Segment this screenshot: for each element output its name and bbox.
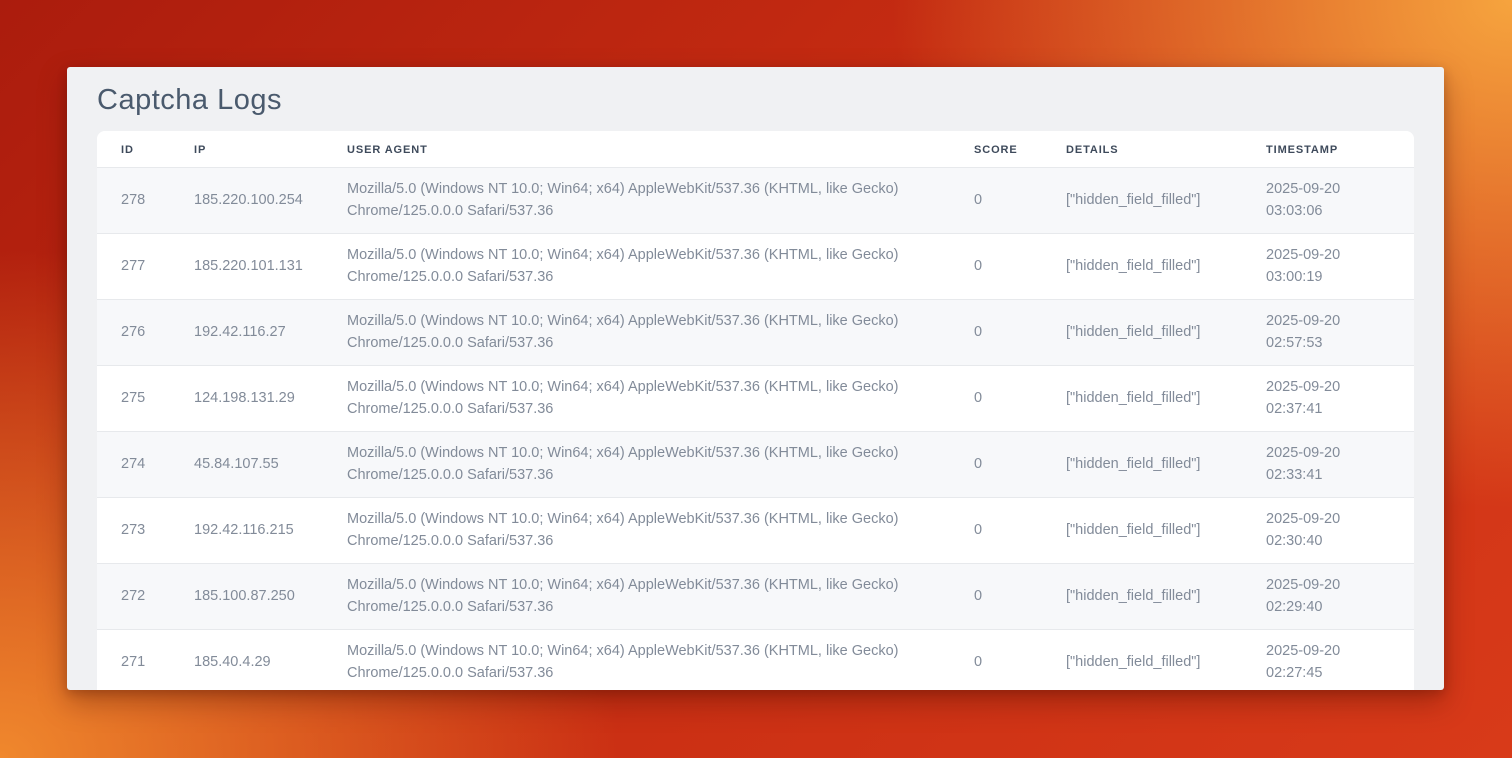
cell-score: 0	[950, 630, 1042, 691]
cell-id: 276	[97, 300, 170, 366]
column-header-score: SCORE	[950, 131, 1042, 168]
cell-id: 272	[97, 564, 170, 630]
cell-score: 0	[950, 168, 1042, 234]
logs-table-container: IDIPUSER AGENTSCOREDETAILSTIMESTAMP 2781…	[97, 131, 1414, 690]
cell-ip: 185.40.4.29	[170, 630, 323, 691]
table-row: 277185.220.101.131Mozilla/5.0 (Windows N…	[97, 234, 1414, 300]
column-header-timestamp: TIMESTAMP	[1242, 131, 1414, 168]
captcha-logs-panel: Captcha Logs IDIPUSER AGENTSCOREDETAILST…	[67, 67, 1444, 690]
cell-details: ["hidden_field_filled"]	[1042, 168, 1242, 234]
table-row: 278185.220.100.254Mozilla/5.0 (Windows N…	[97, 168, 1414, 234]
table-head: IDIPUSER AGENTSCOREDETAILSTIMESTAMP	[97, 131, 1414, 168]
cell-user_agent: Mozilla/5.0 (Windows NT 10.0; Win64; x64…	[323, 432, 950, 498]
cell-timestamp: 2025-09-20 03:03:06	[1242, 168, 1414, 234]
cell-details: ["hidden_field_filled"]	[1042, 234, 1242, 300]
cell-id: 273	[97, 498, 170, 564]
page-background: { "page": { "title": "Captcha Logs" }, "…	[0, 0, 1512, 758]
cell-score: 0	[950, 432, 1042, 498]
cell-score: 0	[950, 300, 1042, 366]
captcha-logs-table: IDIPUSER AGENTSCOREDETAILSTIMESTAMP 2781…	[97, 131, 1414, 690]
table-header-row: IDIPUSER AGENTSCOREDETAILSTIMESTAMP	[97, 131, 1414, 168]
cell-ip: 185.100.87.250	[170, 564, 323, 630]
table-row: 272185.100.87.250Mozilla/5.0 (Windows NT…	[97, 564, 1414, 630]
cell-user_agent: Mozilla/5.0 (Windows NT 10.0; Win64; x64…	[323, 498, 950, 564]
cell-id: 277	[97, 234, 170, 300]
cell-details: ["hidden_field_filled"]	[1042, 498, 1242, 564]
cell-score: 0	[950, 234, 1042, 300]
cell-ip: 124.198.131.29	[170, 366, 323, 432]
cell-details: ["hidden_field_filled"]	[1042, 432, 1242, 498]
cell-ip: 192.42.116.27	[170, 300, 323, 366]
table-row: 271185.40.4.29Mozilla/5.0 (Windows NT 10…	[97, 630, 1414, 691]
table-row: 276192.42.116.27Mozilla/5.0 (Windows NT …	[97, 300, 1414, 366]
cell-timestamp: 2025-09-20 02:57:53	[1242, 300, 1414, 366]
cell-timestamp: 2025-09-20 02:30:40	[1242, 498, 1414, 564]
cell-id: 278	[97, 168, 170, 234]
cell-details: ["hidden_field_filled"]	[1042, 300, 1242, 366]
cell-id: 275	[97, 366, 170, 432]
cell-details: ["hidden_field_filled"]	[1042, 366, 1242, 432]
cell-timestamp: 2025-09-20 02:29:40	[1242, 564, 1414, 630]
cell-ip: 185.220.101.131	[170, 234, 323, 300]
cell-user_agent: Mozilla/5.0 (Windows NT 10.0; Win64; x64…	[323, 630, 950, 691]
table-row: 273192.42.116.215Mozilla/5.0 (Windows NT…	[97, 498, 1414, 564]
cell-score: 0	[950, 498, 1042, 564]
cell-details: ["hidden_field_filled"]	[1042, 564, 1242, 630]
table-row: 275124.198.131.29Mozilla/5.0 (Windows NT…	[97, 366, 1414, 432]
cell-user_agent: Mozilla/5.0 (Windows NT 10.0; Win64; x64…	[323, 234, 950, 300]
cell-timestamp: 2025-09-20 02:37:41	[1242, 366, 1414, 432]
table-body: 278185.220.100.254Mozilla/5.0 (Windows N…	[97, 168, 1414, 691]
column-header-id: ID	[97, 131, 170, 168]
column-header-user_agent: USER AGENT	[323, 131, 950, 168]
cell-ip: 185.220.100.254	[170, 168, 323, 234]
cell-timestamp: 2025-09-20 02:27:45	[1242, 630, 1414, 691]
cell-timestamp: 2025-09-20 02:33:41	[1242, 432, 1414, 498]
cell-score: 0	[950, 366, 1042, 432]
cell-ip: 45.84.107.55	[170, 432, 323, 498]
column-header-ip: IP	[170, 131, 323, 168]
column-header-details: DETAILS	[1042, 131, 1242, 168]
cell-user_agent: Mozilla/5.0 (Windows NT 10.0; Win64; x64…	[323, 564, 950, 630]
cell-user_agent: Mozilla/5.0 (Windows NT 10.0; Win64; x64…	[323, 168, 950, 234]
cell-score: 0	[950, 564, 1042, 630]
cell-user_agent: Mozilla/5.0 (Windows NT 10.0; Win64; x64…	[323, 300, 950, 366]
cell-id: 274	[97, 432, 170, 498]
cell-details: ["hidden_field_filled"]	[1042, 630, 1242, 691]
page-title: Captcha Logs	[67, 67, 1444, 131]
cell-ip: 192.42.116.215	[170, 498, 323, 564]
cell-user_agent: Mozilla/5.0 (Windows NT 10.0; Win64; x64…	[323, 366, 950, 432]
table-row: 27445.84.107.55Mozilla/5.0 (Windows NT 1…	[97, 432, 1414, 498]
cell-id: 271	[97, 630, 170, 691]
cell-timestamp: 2025-09-20 03:00:19	[1242, 234, 1414, 300]
